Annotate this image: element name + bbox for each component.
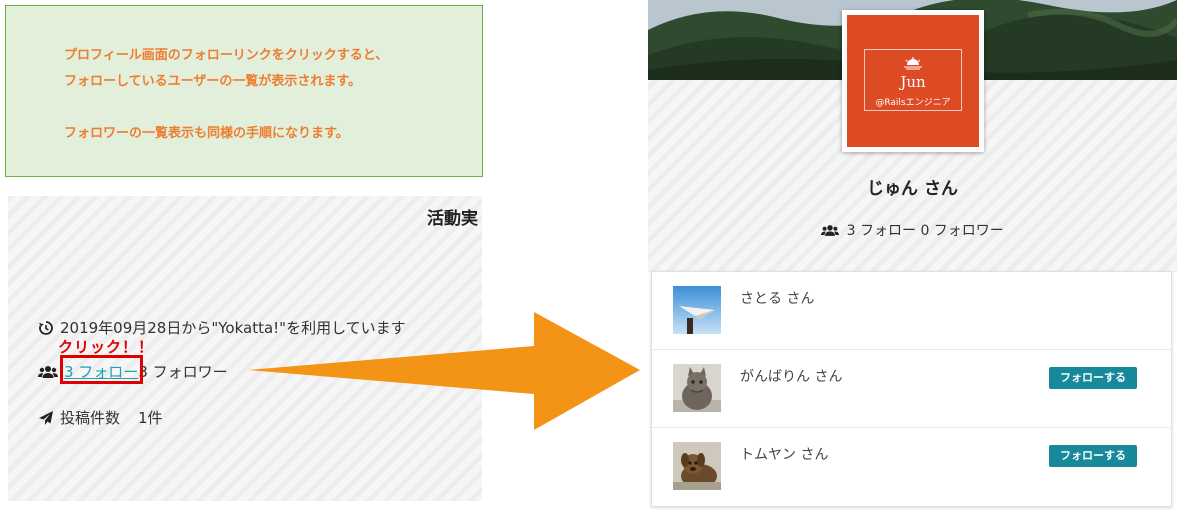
posts-count: 1件 (138, 409, 163, 427)
profile-header: Jun @Railsエンジニア じゅん さん 3 フォロー 0 フォロワー (648, 0, 1177, 272)
click-highlight-box (60, 355, 143, 384)
follow-button[interactable]: フォローする (1049, 445, 1137, 467)
activity-title: 活動実 (427, 209, 478, 229)
note-line-3: フォロワーの一覧表示も同様の手順になります。 (64, 126, 349, 141)
list-item[interactable]: さとる さん (652, 272, 1171, 350)
users-icon (38, 365, 58, 378)
list-item[interactable]: トムヤン さん フォローする (652, 428, 1171, 506)
user-name[interactable]: がんばりん さん (740, 366, 842, 386)
arrow-right-icon (248, 312, 640, 430)
profile-stats-text[interactable]: 3 フォロー 0 フォロワー (847, 223, 1004, 239)
user-avatar[interactable] (673, 364, 721, 412)
note-line-1: プロフィール画面のフォローリンクをクリックすると、 (64, 48, 389, 63)
posts-row: 投稿件数 1件 (38, 407, 163, 428)
cat-photo (673, 364, 721, 412)
logo-handle: @Railsエンジニア (875, 98, 951, 108)
profile-avatar: Jun @Railsエンジニア (842, 10, 984, 152)
following-list: さとる さん がんばりん さん フォローする トムヤン さん フォローする (651, 271, 1172, 507)
follow-button[interactable]: フォローする (1049, 367, 1137, 389)
history-icon (39, 320, 53, 335)
followers-count[interactable]: 3 フォロワー (138, 361, 227, 382)
click-annotation: クリック！！ (58, 338, 155, 356)
list-item[interactable]: がんばりん さん フォローする (652, 350, 1171, 428)
profile-display-name: じゅん さん (867, 179, 958, 199)
posts-label: 投稿件数 (60, 409, 121, 427)
user-avatar[interactable] (673, 442, 721, 490)
note-line-2: フォローしているユーザーの一覧が表示されます。 (64, 74, 362, 89)
instruction-note: プロフィール画面のフォローリンクをクリックすると、 フォローしているユーザーの一… (5, 5, 483, 177)
paper-plane-photo (673, 286, 721, 334)
profile-stats: 3 フォロー 0 フォロワー (648, 220, 1177, 240)
dog-photo (673, 442, 721, 490)
paper-plane-icon (39, 410, 53, 425)
sun-icon (904, 57, 922, 70)
user-name[interactable]: さとる さん (740, 288, 814, 308)
users-icon (821, 225, 840, 236)
profile-logo: Jun @Railsエンジニア (847, 15, 979, 147)
logo-name: Jun (900, 73, 926, 91)
user-name[interactable]: トムヤン さん (740, 444, 828, 464)
user-avatar[interactable] (673, 286, 721, 334)
